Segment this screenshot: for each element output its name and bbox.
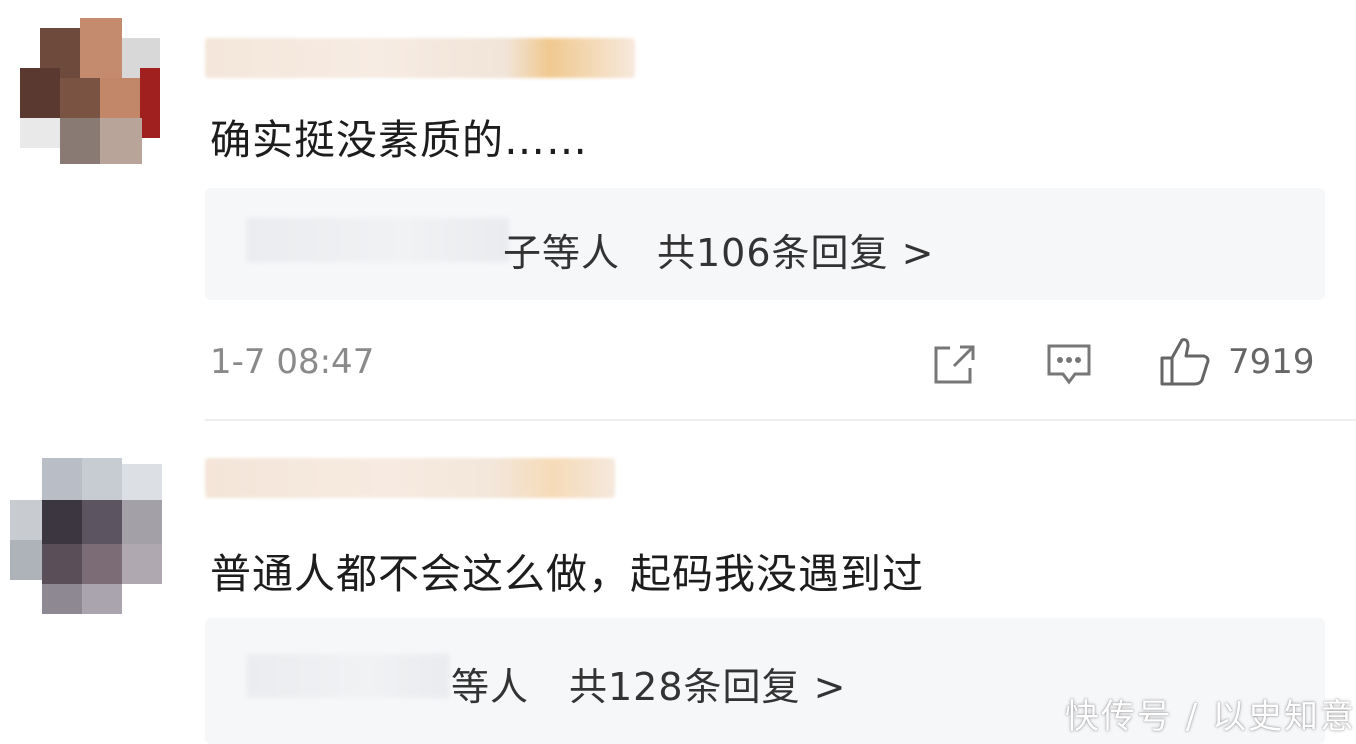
comment-icon xyxy=(1047,344,1091,385)
comment-button[interactable] xyxy=(1045,340,1093,388)
share-icon xyxy=(934,345,975,384)
reply-usernames-blurred xyxy=(247,654,449,698)
reply-summary[interactable]: 子等人 共106条回复 > xyxy=(205,188,1325,300)
reply-summary-users: 等人 xyxy=(451,665,530,709)
username-blurred[interactable] xyxy=(205,38,635,78)
thumbs-up-icon xyxy=(1160,338,1210,386)
username-blurred[interactable] xyxy=(205,458,615,498)
reply-count-link[interactable]: 共128条回复 > xyxy=(569,656,846,711)
avatar[interactable] xyxy=(20,18,160,168)
share-button[interactable] xyxy=(930,340,978,388)
like-count: 7919 xyxy=(1228,342,1315,382)
comment-text: 普通人都不会这么做，起码我没遇到过 xyxy=(210,550,924,598)
reply-summary-users: 子等人 xyxy=(503,231,621,275)
avatar[interactable] xyxy=(10,458,162,614)
reply-count-link[interactable]: 共106条回复 > xyxy=(657,222,934,277)
comment-item: 确实挺没素质的…… 子等人 共106条回复 > 1-7 08:47 7919 xyxy=(0,0,1356,420)
reply-usernames-blurred xyxy=(247,218,509,262)
comment-time: 1-7 08:47 xyxy=(210,342,375,382)
divider xyxy=(205,419,1356,421)
like-button[interactable] xyxy=(1158,334,1212,388)
comment-text: 确实挺没素质的…… xyxy=(210,116,588,164)
watermark: 快传号 / 以史知意 xyxy=(1064,697,1356,737)
